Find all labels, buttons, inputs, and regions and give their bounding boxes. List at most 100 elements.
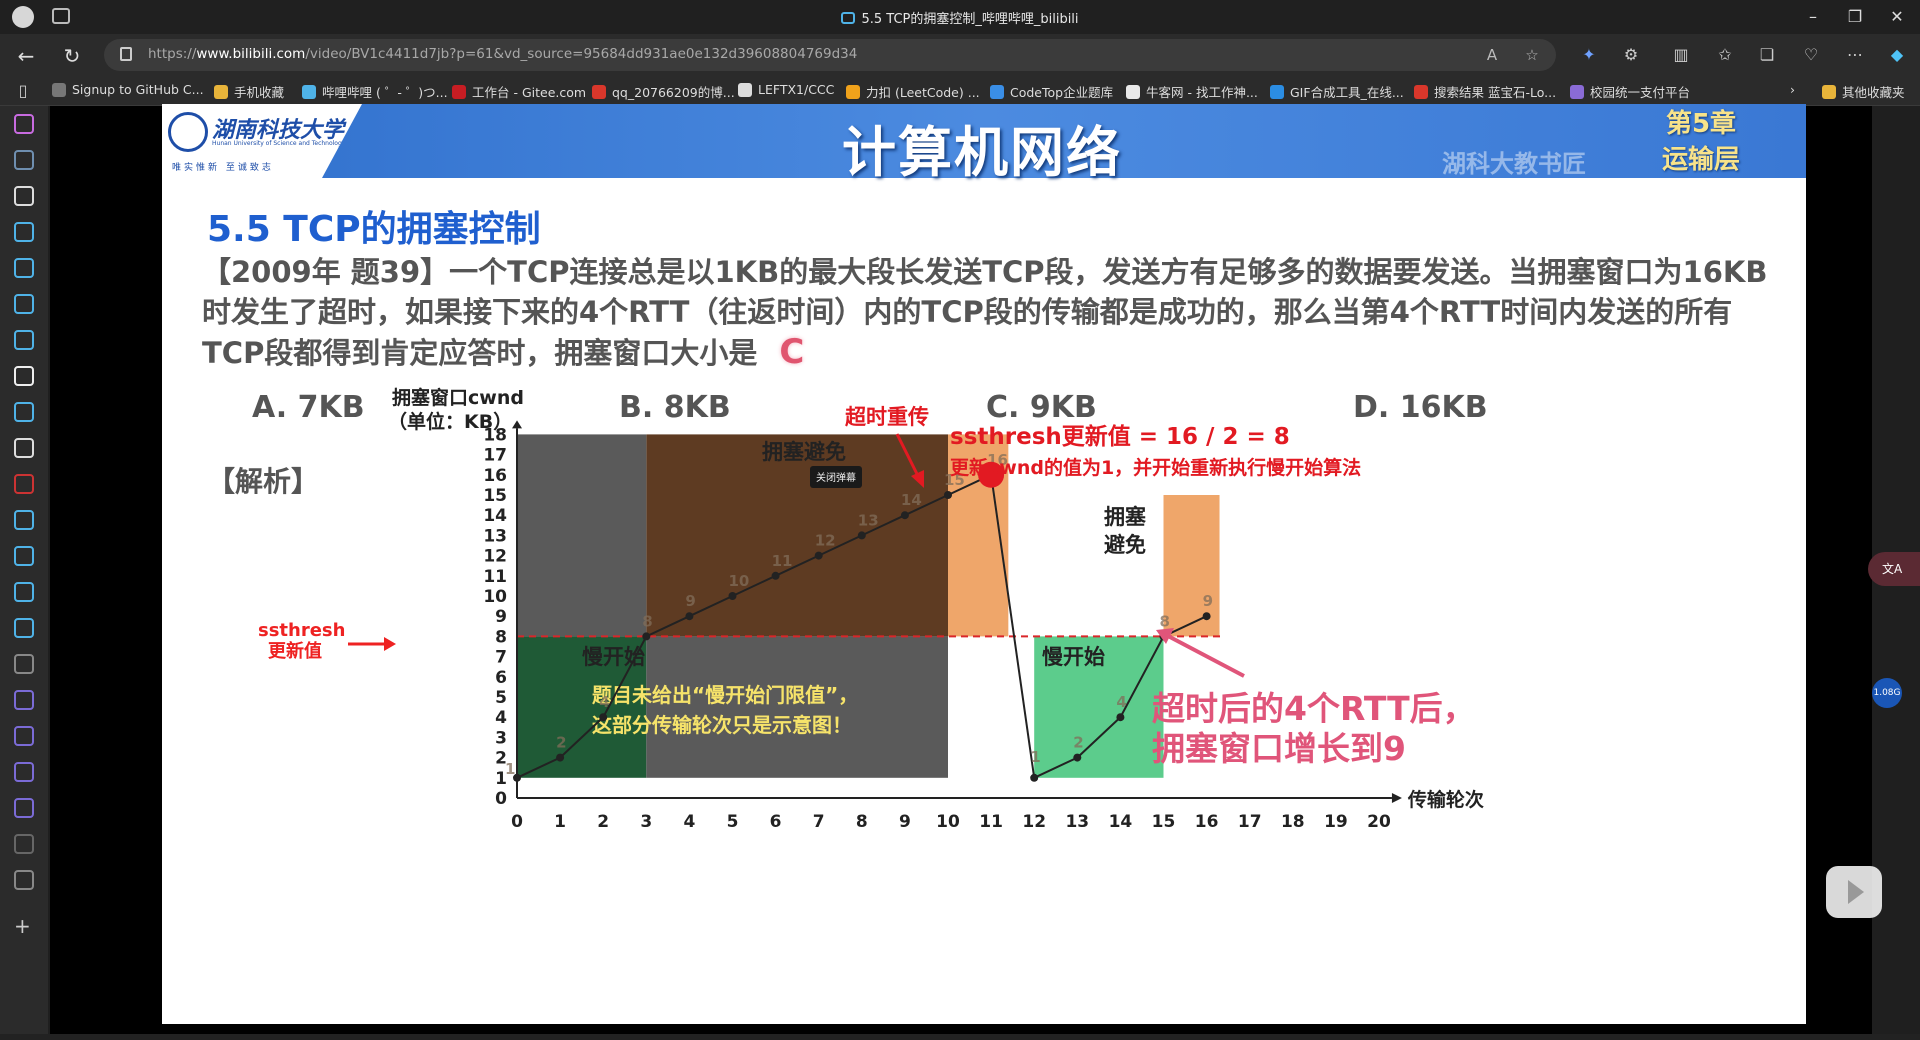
- extension-icon[interactable]: ✦: [1578, 44, 1600, 66]
- restore-button[interactable]: ❐: [1840, 6, 1870, 28]
- bookmark-label: LEFTX1/CCC: [758, 82, 835, 97]
- data-point: [599, 713, 608, 722]
- collections-icon[interactable]: ❏: [1756, 44, 1778, 66]
- sidebar-app-icon[interactable]: [14, 510, 34, 530]
- more-menu-icon[interactable]: ⋯: [1844, 44, 1866, 66]
- bookmark-item[interactable]: 校园统一支付平台: [1570, 82, 1690, 101]
- sidebar-app-icon[interactable]: [14, 690, 34, 710]
- bookmark-item[interactable]: 手机收藏: [214, 82, 284, 101]
- minimize-button[interactable]: –: [1798, 6, 1828, 28]
- bookmark-favicon-icon: [990, 84, 1004, 99]
- bookmark-item[interactable]: qq_20766209的博...: [592, 82, 735, 101]
- sidebar-app-icon[interactable]: [14, 366, 34, 386]
- bookmark-favicon-icon: [52, 82, 66, 97]
- bookmark-item[interactable]: 哔哩哔哩 ( ゜- ゜)つ...: [302, 82, 448, 101]
- y-tick-label: 7: [495, 648, 507, 668]
- read-aloud-icon[interactable]: A: [1482, 45, 1502, 65]
- x-axis-label: 传输轮次: [1407, 788, 1484, 811]
- x-tick-label: 11: [979, 812, 1003, 832]
- close-danmaku-label: 关闭弹幕: [816, 471, 856, 484]
- bookmarks-more-icon[interactable]: ›: [1790, 82, 1795, 97]
- sidebar-app-icon[interactable]: [14, 294, 34, 314]
- data-point: [1202, 612, 1211, 621]
- bookmark-label: 搜索结果 蓝宝石-Lo...: [1434, 85, 1557, 100]
- bookmark-label: GIF合成工具_在线...: [1290, 85, 1404, 100]
- bookmark-item[interactable]: GIF合成工具_在线...: [1270, 82, 1404, 101]
- sidebar-app-icon[interactable]: [14, 762, 34, 782]
- subtitle-toggle-button[interactable]: 文A: [1868, 552, 1920, 586]
- x-tick-label: 2: [597, 812, 609, 832]
- sidebar-toggle-icon[interactable]: ▯: [12, 80, 34, 102]
- bookmark-item[interactable]: 牛客网 - 找工作神...: [1126, 82, 1258, 101]
- sidebar-app-icon[interactable]: [14, 798, 34, 818]
- annotation-ssthresh: ssthresh更新值 = 16 / 2 = 8: [950, 423, 1290, 450]
- back-button[interactable]: ←: [12, 42, 40, 70]
- sidebar-app-icon[interactable]: [14, 618, 34, 638]
- bookmark-item[interactable]: 搜索结果 蓝宝石-Lo...: [1414, 82, 1556, 101]
- bookmark-item[interactable]: CodeTop企业题库: [990, 82, 1113, 101]
- bookmark-item[interactable]: Signup to GitHub C...: [52, 82, 204, 97]
- y-axis-label: 拥塞窗口cwnd: [392, 386, 524, 409]
- sidebar-app-icon[interactable]: [14, 258, 34, 278]
- bookmark-favicon-icon: [452, 84, 466, 99]
- x-tick-label: 15: [1152, 812, 1176, 832]
- sidebar-app-icon[interactable]: [14, 150, 34, 170]
- bookmark-item[interactable]: 工作台 - Gitee.com: [452, 82, 586, 101]
- favorite-star-icon[interactable]: ☆: [1522, 45, 1542, 65]
- add-sidebar-app-icon[interactable]: +: [14, 914, 34, 938]
- x-tick-label: 12: [1022, 812, 1046, 832]
- data-point: [900, 511, 909, 520]
- point-label: 2: [1073, 734, 1083, 752]
- y-tick-label: 0: [495, 789, 507, 809]
- sidebar-app-icon[interactable]: [14, 330, 34, 350]
- x-tick-label: 6: [770, 812, 782, 832]
- x-tick-label: 19: [1324, 812, 1348, 832]
- sidebar-app-icon[interactable]: [14, 654, 34, 674]
- y-tick-label: 11: [483, 567, 507, 587]
- region-label: 避免: [1104, 533, 1146, 557]
- bookmark-label: 力扣 (LeetCode) ...: [866, 85, 980, 100]
- other-bookmarks-folder[interactable]: 其他收藏夹: [1822, 82, 1905, 101]
- url-text[interactable]: https://www.bilibili.com/video/BV1c4411d…: [148, 46, 857, 62]
- extensions-icon[interactable]: ⚙: [1620, 44, 1642, 66]
- copilot-icon[interactable]: ◆: [1886, 44, 1908, 66]
- sidebar-app-icon[interactable]: [14, 222, 34, 242]
- bookmark-item[interactable]: 力扣 (LeetCode) ...: [846, 82, 980, 101]
- y-tick-label: 5: [495, 688, 507, 708]
- progress-bar[interactable]: [0, 1034, 1920, 1040]
- bookmark-label: Signup to GitHub C...: [72, 82, 204, 97]
- annotation-cwnd: 更新cwnd的值为1，并开始重新执行慢开始算法: [950, 456, 1361, 479]
- data-point: [771, 571, 780, 580]
- window-title: 5.5 TCP的拥塞控制_哔哩哔哩_bilibili: [0, 8, 1920, 27]
- sidebar-app-icon[interactable]: [14, 474, 34, 494]
- split-screen-icon[interactable]: ▥: [1670, 44, 1692, 66]
- lecture-slide: 湖南科技大学 Hunan University of Science and T…: [162, 104, 1806, 1024]
- sidebar-app-icon[interactable]: [14, 870, 34, 890]
- sidebar-app-icon[interactable]: [14, 186, 34, 206]
- sidebar-app-icon[interactable]: [14, 114, 34, 134]
- sidebar-app-icon[interactable]: [14, 402, 34, 422]
- sidebar-app-icon[interactable]: [14, 726, 34, 746]
- play-button[interactable]: [1826, 866, 1882, 918]
- bookmark-item[interactable]: LEFTX1/CCC: [738, 82, 834, 97]
- sidebar-app-icon[interactable]: [14, 582, 34, 602]
- region-label: 拥塞避免: [762, 440, 846, 464]
- y-tick-label: 15: [483, 486, 507, 506]
- sidebar-app-icon[interactable]: [14, 546, 34, 566]
- sidebar-app-icon[interactable]: [14, 438, 34, 458]
- timeout-label: 超时重传: [845, 405, 929, 429]
- browser-essentials-icon[interactable]: ♡: [1800, 44, 1822, 66]
- sidebar-app-icon[interactable]: [14, 834, 34, 854]
- url-field[interactable]: https://www.bilibili.com/video/BV1c4411d…: [104, 39, 1556, 71]
- favorites-icon[interactable]: ✩: [1714, 44, 1736, 66]
- refresh-button[interactable]: ↻: [58, 42, 86, 70]
- x-tick-label: 9: [899, 812, 911, 832]
- data-point: [857, 531, 866, 540]
- bookmark-favicon-icon: [592, 84, 606, 99]
- point-label: 10: [729, 572, 750, 590]
- close-window-button[interactable]: ✕: [1882, 6, 1912, 28]
- x-tick-label: 8: [856, 812, 868, 832]
- bookmark-label: 牛客网 - 找工作神...: [1146, 85, 1258, 100]
- y-tick-label: 10: [483, 587, 507, 607]
- x-tick-label: 3: [640, 812, 652, 832]
